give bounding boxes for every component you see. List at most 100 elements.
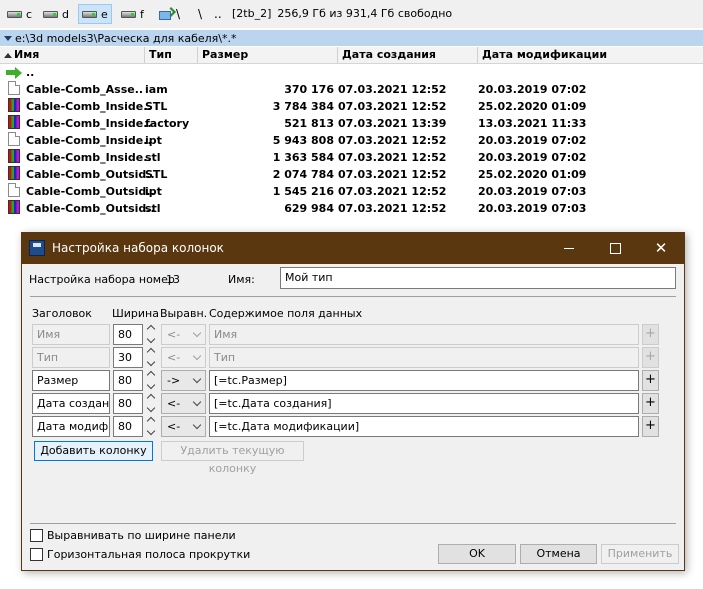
- file-row[interactable]: Cable-Comb_Asse.. iam 370 176 07.03.2021 12…: [0, 81, 703, 98]
- column-content-field[interactable]: [=tc.Размер]: [209, 370, 639, 391]
- set-name-input[interactable]: Мой тип: [280, 267, 676, 289]
- column-content-field[interactable]: Имя: [209, 324, 639, 345]
- file-name: Cable-Comb_Outsid..: [26, 185, 155, 198]
- file-row[interactable]: Cable-Comb_Outsid.. stl 629 984 07.03.2021 …: [0, 200, 703, 217]
- document-icon: [8, 183, 20, 197]
- column-content-field[interactable]: Тип: [209, 347, 639, 368]
- root-dir-button[interactable]: \: [176, 4, 180, 24]
- root-dir-button-2[interactable]: \: [198, 4, 202, 24]
- file-modified: 25.02.2020 01:09: [478, 100, 587, 113]
- fit-width-checkbox[interactable]: [30, 529, 43, 542]
- file-modified: 20.03.2019 07:02: [478, 83, 587, 96]
- file-modified: 20.03.2019 07:02: [478, 134, 587, 147]
- column-width-field[interactable]: 80: [113, 416, 143, 437]
- apply-button[interactable]: Применить: [601, 544, 679, 564]
- file-name: Cable-Comb_Inside..: [26, 100, 152, 113]
- history-dropdown-icon[interactable]: [4, 35, 12, 41]
- column-content-field[interactable]: [=tc.Дата создания]: [209, 393, 639, 414]
- column-header-field[interactable]: Имя: [32, 324, 110, 345]
- column-set-dialog: Настройка набора колонок ✕ Настройка наб…: [21, 232, 685, 571]
- file-row[interactable]: Cable-Comb_Outsid.. STL 2 074 784 07.03.202…: [0, 166, 703, 183]
- file-row[interactable]: ..: [0, 64, 703, 81]
- ok-button[interactable]: OK: [438, 544, 516, 564]
- drive-c-button[interactable]: c: [4, 4, 35, 24]
- separator-bottom: [30, 523, 676, 524]
- minimize-button[interactable]: [546, 233, 592, 264]
- dialog-titlebar[interactable]: Настройка набора колонок ✕: [22, 233, 684, 264]
- maximize-button[interactable]: [592, 233, 638, 264]
- insert-field-button[interactable]: +: [642, 393, 659, 414]
- width-spinner-icon[interactable]: [146, 370, 157, 391]
- file-row[interactable]: Cable-Comb_Inside.. STL 3 784 384 07.03.202…: [0, 98, 703, 115]
- dialog-title: Настройка набора колонок: [52, 241, 224, 255]
- width-spinner-icon[interactable]: [146, 347, 157, 368]
- file-row[interactable]: Cable-Comb_Inside.. factory 521 813 07.03.2…: [0, 115, 703, 132]
- insert-field-button[interactable]: +: [642, 416, 659, 437]
- alignment-select[interactable]: ->: [161, 370, 206, 391]
- set-name-label: Имя:: [228, 273, 255, 286]
- alignment-select[interactable]: <-: [161, 324, 206, 345]
- column-width-field[interactable]: 80: [113, 324, 143, 345]
- width-spinner-icon[interactable]: [146, 393, 157, 414]
- width-spinner-icon[interactable]: [146, 324, 157, 345]
- insert-field-button[interactable]: +: [642, 324, 659, 345]
- drive-d-button[interactable]: d: [40, 4, 72, 24]
- file-row[interactable]: Cable-Comb_Inside.. ipt 5 943 808 07.03.202…: [0, 132, 703, 149]
- column-header-created[interactable]: Дата создания: [338, 47, 478, 63]
- file-modified: 13.03.2021 11:33: [478, 117, 587, 130]
- file-modified: 20.03.2019 07:03: [478, 185, 587, 198]
- hscroll-label: Горизонтальная полоса прокрутки: [47, 548, 251, 561]
- column-header-type[interactable]: Тип: [145, 47, 198, 63]
- network-drive-icon: [159, 7, 177, 21]
- column-header-name[interactable]: Имя: [0, 47, 145, 63]
- col-header-label: Заголовок: [32, 307, 92, 320]
- drive-e-button[interactable]: e: [78, 4, 112, 24]
- insert-field-button[interactable]: +: [642, 347, 659, 368]
- alignment-select[interactable]: <-: [161, 393, 206, 414]
- file-row[interactable]: Cable-Comb_Outsid.. ipt 1 545 216 07.03.202…: [0, 183, 703, 200]
- column-width-field[interactable]: 30: [113, 347, 143, 368]
- col-content-label: Содержимое поля данных: [209, 307, 363, 320]
- close-button[interactable]: ✕: [638, 233, 684, 264]
- path-bar[interactable]: e:\3d models3\Расческа для кабеля\*.*: [0, 30, 703, 46]
- file-type: STL: [145, 100, 168, 113]
- remove-column-button[interactable]: Удалить текущую колонку: [161, 441, 304, 475]
- free-space-text: 256,9 Гб из 931,4 Гб свободно: [277, 7, 453, 20]
- column-width-field[interactable]: 80: [113, 370, 143, 391]
- file-name: Cable-Comb_Outsid..: [26, 168, 155, 181]
- cad-file-icon: [8, 149, 20, 163]
- column-header-size[interactable]: Размер: [198, 47, 338, 63]
- column-width-field[interactable]: 80: [113, 393, 143, 414]
- alignment-select[interactable]: <-: [161, 416, 206, 437]
- insert-field-button[interactable]: +: [642, 370, 659, 391]
- file-size: 2 074 784: [272, 168, 334, 181]
- col-align-label: Выравн.: [160, 307, 208, 320]
- current-path: e:\3d models3\Расческа для кабеля\*.*: [15, 31, 237, 45]
- column-header-field[interactable]: Дата модифик: [32, 416, 110, 437]
- document-icon: [8, 132, 20, 146]
- column-header-modified[interactable]: Дата модификации: [478, 47, 703, 63]
- column-header-field[interactable]: Тип: [32, 347, 110, 368]
- add-column-button[interactable]: Добавить колонку: [34, 441, 153, 461]
- sort-ascending-icon: [4, 52, 12, 58]
- column-header-field[interactable]: Дата создани: [32, 393, 110, 414]
- hscroll-checkbox[interactable]: [30, 548, 43, 561]
- cad-file-icon: [8, 166, 20, 180]
- file-name: Cable-Comb_Inside..: [26, 117, 152, 130]
- width-spinner-icon[interactable]: [146, 416, 157, 437]
- fit-width-label: Выравнивать по ширине панели: [47, 529, 236, 542]
- column-content-field[interactable]: [=tc.Дата модификации]: [209, 416, 639, 437]
- file-name: ..: [26, 66, 35, 79]
- close-icon: ✕: [654, 239, 668, 257]
- document-icon: [8, 81, 20, 95]
- parent-dir-button[interactable]: ..: [214, 4, 222, 24]
- cancel-button[interactable]: Отмена: [520, 544, 597, 564]
- file-row[interactable]: Cable-Comb_Inside.. stl 1 363 584 07.03.202…: [0, 149, 703, 166]
- drive-bar: c d e f \ \ .. [2tb_2] 256,9 Гб из 931,4 …: [0, 0, 703, 28]
- file-name: Cable-Comb_Inside..: [26, 134, 152, 147]
- column-header-field[interactable]: Размер: [32, 370, 110, 391]
- drive-f-button[interactable]: f: [118, 4, 147, 24]
- file-size: 1 363 584: [272, 151, 334, 164]
- alignment-select[interactable]: <-: [161, 347, 206, 368]
- file-name: Cable-Comb_Asse..: [26, 83, 144, 96]
